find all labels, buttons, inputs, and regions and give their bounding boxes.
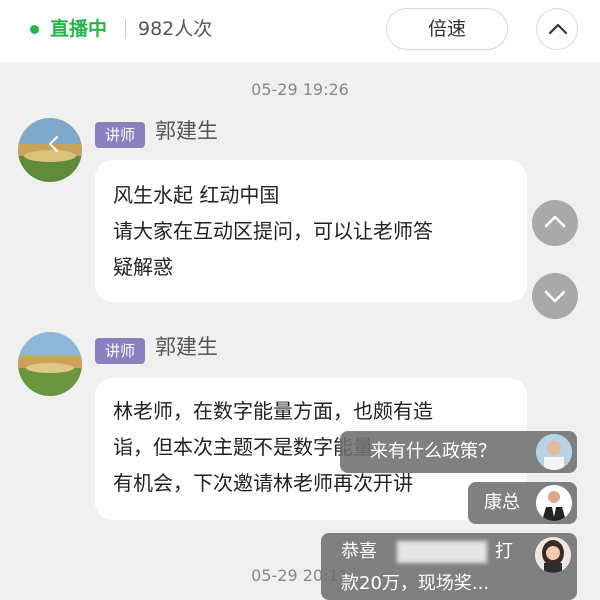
floating-comment-text: 康总 [484, 492, 520, 513]
scroll-up-button[interactable] [532, 200, 578, 246]
message-line: 疑解惑 [113, 255, 173, 279]
divider [125, 19, 126, 39]
chevron-down-icon [544, 290, 566, 303]
message-line: 诣，但本次主题不是数字能量 [113, 435, 373, 459]
collapse-button[interactable] [536, 8, 578, 50]
sender-name: 郭建生 [155, 119, 218, 143]
sender-name: 郭建生 [155, 335, 218, 359]
chevron-up-icon [544, 215, 566, 228]
floating-comment: 恭喜 打 款20万，现场奖... [321, 533, 577, 600]
floating-comment-text: 恭喜 [341, 541, 377, 562]
top-bar: 直播中 982人次 倍速 [0, 0, 600, 62]
message-line: 风生水起 红动中国 [113, 183, 280, 207]
commenter-avatar [536, 485, 572, 521]
floating-comment-text: 来有什么政策？ [370, 441, 496, 462]
chevron-left-icon[interactable] [44, 134, 64, 154]
commenter-avatar [536, 434, 572, 470]
role-badge: 讲师 [95, 122, 145, 148]
playback-speed-button[interactable]: 倍速 [386, 8, 508, 50]
chevron-up-icon [548, 23, 568, 35]
message-bubble: 风生水起 红动中国 请大家在互动区提问，可以让老师答 疑解惑 [95, 160, 527, 302]
message-line: 请大家在互动区提问，可以让老师答 [113, 219, 433, 243]
role-badge: 讲师 [95, 338, 145, 364]
floating-comment: 康总 [468, 482, 577, 524]
scroll-down-button[interactable] [532, 273, 578, 319]
redacted-name [397, 541, 487, 563]
commenter-avatar [535, 537, 571, 573]
floating-comment-text: 款20万，现场奖... [341, 573, 490, 594]
floating-comment: 来有什么政策？ [340, 431, 577, 473]
viewer-count: 982人次 [138, 18, 213, 40]
live-indicator-dot [30, 25, 39, 34]
live-status: 直播中 [50, 18, 108, 40]
message-line: 林老师，在数字能量方面，也颇有造 [113, 399, 433, 423]
message-timestamp: 05-29 19:26 [251, 80, 349, 99]
floating-comment-text: 打 [495, 541, 513, 562]
avatar[interactable] [18, 332, 82, 396]
